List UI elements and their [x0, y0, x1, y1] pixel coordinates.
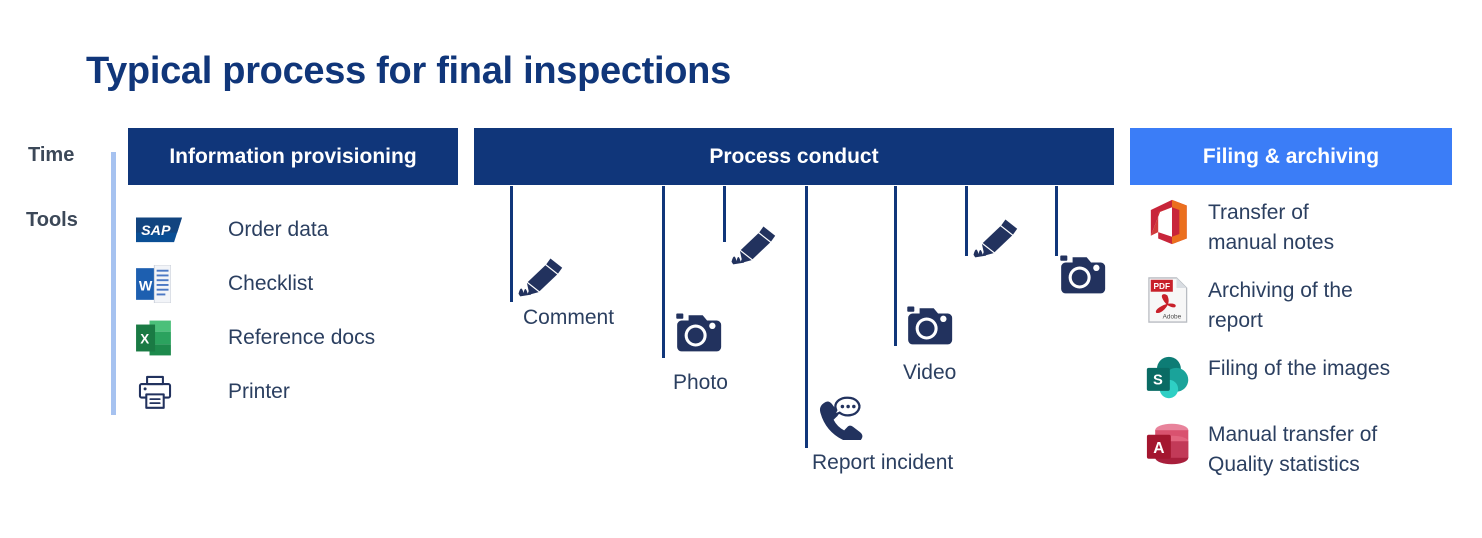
adobe-pdf-icon: PDF Adobe [1140, 274, 1196, 326]
tool-row[interactable]: X Reference docs [136, 311, 456, 365]
timeline-tick [723, 186, 726, 242]
slide-canvas: Typical process for final inspections Ti… [0, 0, 1482, 538]
microsoft-office-icon [1140, 196, 1196, 248]
process-item-label: Comment [523, 306, 615, 329]
filing-label-line: Manual transfer of [1208, 423, 1378, 446]
camera-icon[interactable] [1055, 252, 1106, 296]
timeline-tick [662, 186, 665, 358]
filing-label-line: Archiving of the [1208, 279, 1353, 302]
process-item-label: Photo [673, 371, 728, 394]
tool-row[interactable]: Printer [136, 365, 456, 419]
camera-icon[interactable] [671, 310, 722, 354]
process-item-label: Report incident [812, 451, 954, 474]
filing-label-line: manual notes [1208, 231, 1335, 255]
tools-list: SAP Order data W Checklist X Reference d… [136, 203, 456, 419]
tool-label: Reference docs [228, 326, 376, 349]
svg-text:Adobe: Adobe [1163, 313, 1182, 320]
process-item-label: Video [903, 361, 957, 384]
microsoft-sharepoint-icon: S [1140, 352, 1196, 404]
timeline-tick [965, 186, 968, 256]
phase-header-information-provisioning[interactable]: Information provisioning [128, 128, 458, 185]
timeline-tick [894, 186, 897, 346]
pencil-icon[interactable] [971, 217, 1021, 259]
filing-label: Manual transfer of Quality statistics [1208, 418, 1377, 481]
filing-label-line: Filing of the images [1208, 357, 1391, 380]
tool-row[interactable]: W Checklist [136, 257, 456, 311]
sap-logo-icon: SAP [136, 209, 182, 251]
row-label-tools: Tools [26, 209, 78, 231]
pencil-icon[interactable] [729, 224, 779, 266]
filing-label-line: Quality statistics [1208, 453, 1360, 477]
phone-chat-icon[interactable] [816, 396, 869, 440]
tool-label: Checklist [228, 272, 314, 295]
svg-text:W: W [139, 278, 153, 294]
filing-row[interactable]: A Manual transfer of Quality statistics [1140, 418, 1480, 486]
microsoft-excel-icon: X [136, 317, 182, 359]
tool-label: Printer [228, 380, 290, 403]
filing-label-line: report [1208, 309, 1263, 333]
svg-text:SAP: SAP [141, 223, 171, 239]
filing-label-line: Transfer of [1208, 201, 1309, 224]
page-title: Typical process for final inspections [86, 50, 731, 92]
timeline-tick [805, 186, 808, 448]
row-label-time: Time [28, 144, 75, 166]
svg-text:PDF: PDF [1154, 282, 1171, 291]
filing-row[interactable]: S Filing of the images [1140, 352, 1480, 408]
tool-label: Order data [228, 218, 329, 241]
microsoft-access-icon: A [1140, 418, 1196, 470]
phase-label: Process conduct [709, 144, 879, 168]
phase-header-filing-archiving[interactable]: Filing & archiving [1130, 128, 1452, 185]
filing-archiving-list: Transfer of manual notes PDF Adobe Archiv… [1140, 196, 1480, 496]
phase-header-process-conduct[interactable]: Process conduct [474, 128, 1114, 185]
phase-label: Information provisioning [169, 144, 417, 168]
timeline-tick [1055, 186, 1058, 256]
camera-icon[interactable] [902, 303, 953, 347]
filing-row[interactable]: PDF Adobe Archiving of the report [1140, 274, 1480, 342]
filing-label: Archiving of the report [1208, 274, 1353, 337]
tool-row[interactable]: SAP Order data [136, 203, 456, 257]
printer-icon [136, 371, 182, 413]
timeline-tick [510, 186, 513, 302]
filing-label: Filing of the images [1208, 352, 1390, 384]
svg-text:S: S [1153, 372, 1163, 388]
svg-text:A: A [1153, 440, 1164, 457]
phase-label: Filing & archiving [1202, 144, 1380, 168]
svg-text:X: X [140, 332, 149, 347]
left-vertical-rule [111, 152, 116, 415]
microsoft-word-icon: W [136, 263, 182, 305]
filing-label: Transfer of manual notes [1208, 196, 1334, 259]
filing-row[interactable]: Transfer of manual notes [1140, 196, 1480, 264]
pencil-icon[interactable] [516, 256, 566, 298]
